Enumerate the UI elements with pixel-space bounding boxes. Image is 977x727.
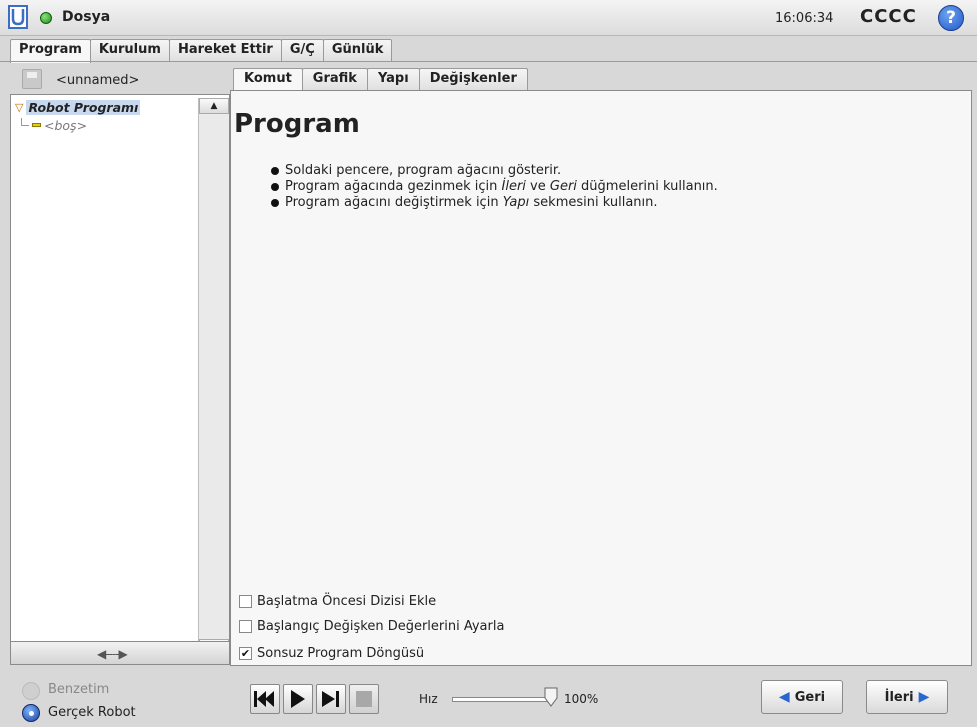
option-checkbox[interactable]: [239, 619, 252, 633]
empty-node-icon: [32, 123, 41, 127]
next-button[interactable]: İleri ▶: [866, 680, 948, 714]
help-text: Program ağacında gezinmek için: [285, 179, 502, 194]
option-label: Başlatma Öncesi Dizisi Ekle: [257, 593, 437, 609]
option-row[interactable]: Başlangıç Değişken Değerlerini Ayarla: [239, 616, 504, 636]
speed-label: Hız: [419, 692, 438, 706]
scroll-up-button[interactable]: ▲: [199, 98, 229, 114]
option-row[interactable]: ✔ Sonsuz Program Döngüsü: [239, 643, 424, 663]
subtab-değişkenler[interactable]: Değişkenler: [418, 68, 528, 90]
tree-node-empty[interactable]: <boş>: [21, 117, 87, 133]
arrow-left-icon: ◀: [778, 689, 790, 705]
help-text: İleri: [501, 179, 526, 194]
arrow-right-icon: ▶: [918, 689, 930, 705]
help-item: Program ağacını değiştirmek için Yapı se…: [271, 195, 751, 211]
real-robot-radio[interactable]: [22, 704, 40, 722]
tree-node-robot-program[interactable]: ▽ Robot Programı: [15, 99, 141, 116]
help-text: Geri: [549, 179, 577, 194]
robot-name: CCCC: [860, 6, 917, 27]
command-panel: Program Soldaki pencere, program ağacını…: [230, 90, 972, 666]
triangle-down-icon: ▽: [15, 101, 24, 114]
help-text: sekmesini kullanın.: [529, 195, 658, 210]
help-text: Program ağacını değiştirmek için: [285, 195, 503, 210]
help-text: Soldaki pencere, program ağacını gösteri…: [285, 163, 562, 178]
simulation-radio[interactable]: [22, 682, 40, 700]
stop-button[interactable]: [349, 684, 379, 714]
save-icon[interactable]: [22, 69, 42, 89]
left-right-arrows-icon: ◀----▶: [97, 647, 128, 661]
robot-status-indicator: [40, 12, 52, 24]
tab-hareket-ettir[interactable]: Hareket Ettir: [168, 39, 282, 61]
help-list: Soldaki pencere, program ağacını gösteri…: [271, 163, 751, 211]
skip-start-icon: [254, 691, 274, 707]
step-icon: [322, 691, 339, 707]
option-checkbox[interactable]: ✔: [239, 646, 252, 660]
real-robot-label: Gerçek Robot: [48, 705, 136, 720]
simulation-label: Benzetim: [48, 682, 110, 697]
option-checkbox[interactable]: [239, 594, 252, 608]
help-item: Program ağacında gezinmek için İleri ve …: [271, 179, 751, 195]
tab-kurulum[interactable]: Kurulum: [89, 39, 170, 61]
tab-g-ç[interactable]: G/Ç: [280, 39, 324, 61]
subtab-grafik[interactable]: Grafik: [301, 68, 368, 90]
stop-icon: [356, 691, 372, 707]
tree-navigation-button[interactable]: ◀----▶: [10, 641, 230, 665]
speed-slider[interactable]: [452, 697, 552, 702]
help-item: Soldaki pencere, program ağacını gösteri…: [271, 163, 751, 179]
bottom-bar: Benzetim Gerçek Robot Hız 100% ◀ Geri İl…: [0, 670, 977, 727]
option-label: Başlangıç Değişken Değerlerini Ayarla: [257, 618, 505, 634]
universal-robots-logo-icon: [8, 5, 28, 29]
sub-tabs: Komut Grafik Yapı Değişkenler: [233, 68, 528, 92]
title-bar: Dosya 16:06:34 CCCC ?: [0, 0, 977, 36]
page-title: Program: [234, 109, 360, 139]
tree-node-label: <boş>: [44, 117, 88, 133]
skip-start-button[interactable]: [250, 684, 280, 714]
main-tabs: Program Kurulum Hareket Ettir G/Ç Günlük: [10, 39, 393, 63]
play-button[interactable]: [283, 684, 313, 714]
clock: 16:06:34: [775, 11, 834, 26]
vertical-scrollbar[interactable]: ▲ ▼: [198, 98, 229, 655]
step-button[interactable]: [316, 684, 346, 714]
help-text: düğmelerini kullanın.: [576, 179, 718, 194]
program-tree: ▽ Robot Programı <boş> ▲ ▼ ◀ ▶: [10, 94, 230, 664]
subtab-komut[interactable]: Komut: [233, 68, 303, 92]
program-filename: <unnamed>: [56, 73, 140, 88]
tab-divider: [0, 61, 977, 62]
back-button-label: Geri: [794, 689, 826, 705]
program-tree-panel: <unnamed> ▽ Robot Programı <boş> ▲ ▼ ◀ ▶…: [10, 64, 230, 666]
tree-node-label: Robot Programı: [26, 100, 141, 115]
help-text: Yapı: [502, 195, 530, 210]
help-icon: ?: [946, 8, 956, 28]
subtab-yapı[interactable]: Yapı: [366, 68, 420, 90]
tab-günlük[interactable]: Günlük: [322, 39, 393, 61]
tab-program[interactable]: Program: [10, 39, 91, 63]
file-menu[interactable]: Dosya: [62, 9, 110, 25]
next-button-label: İleri: [884, 689, 914, 705]
help-button[interactable]: ?: [938, 5, 964, 31]
option-label: Sonsuz Program Döngüsü: [257, 645, 425, 661]
back-button[interactable]: ◀ Geri: [761, 680, 843, 714]
help-text: ve: [525, 179, 550, 194]
speed-value: 100%: [564, 692, 599, 706]
tree-connector: [21, 117, 29, 126]
option-row[interactable]: Başlatma Öncesi Dizisi Ekle: [239, 591, 436, 611]
play-icon: [291, 690, 305, 708]
